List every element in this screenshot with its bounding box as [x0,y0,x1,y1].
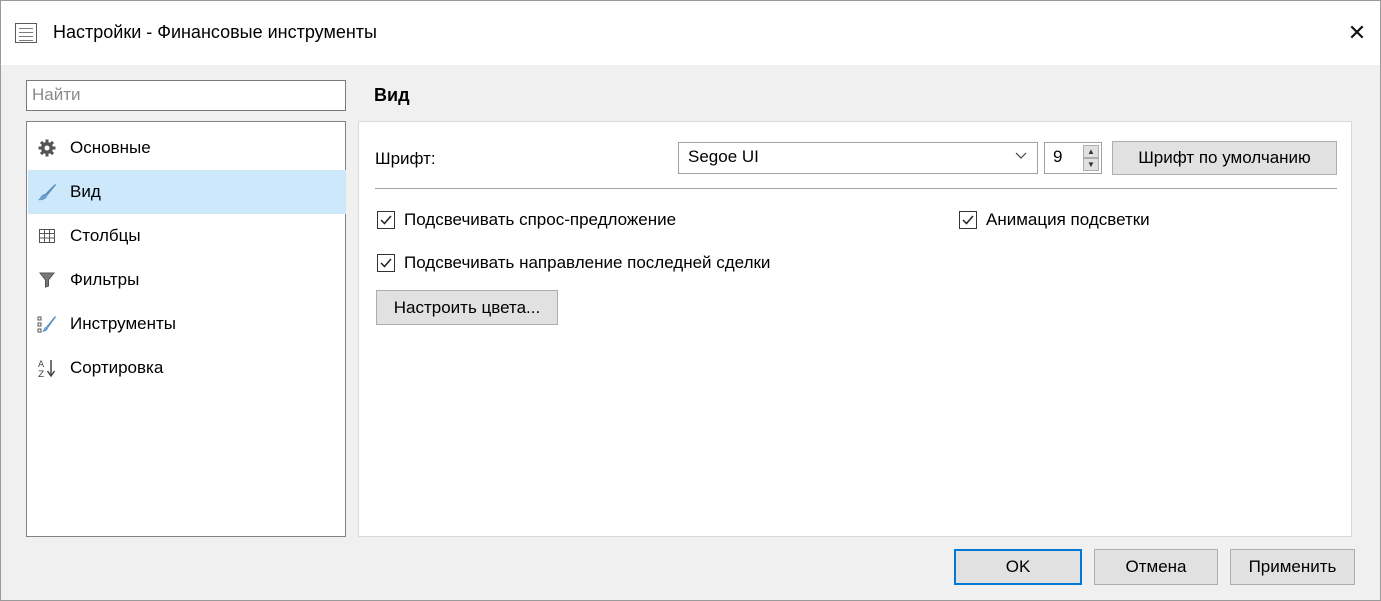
nav-item-label: Инструменты [70,314,177,333]
checkbox-label: Подсвечивать спрос-предложение [404,210,677,229]
close-icon: ✕ [1347,20,1367,45]
brush-icon [36,181,58,203]
spin-down-icon[interactable]: ▼ [1083,158,1099,171]
nav-item-columns[interactable]: Столбцы [28,214,346,258]
settings-nav-list: Основные Вид Столбцы Фильтры Инструменты [26,121,346,537]
cancel-button[interactable]: Отмена [1094,549,1218,585]
nav-item-sorting[interactable]: AZ Сортировка [28,346,346,390]
nav-item-label: Вид [70,182,101,201]
font-family-value: Segoe UI [688,147,759,166]
settings-panel [358,121,1352,537]
checkbox-checked-icon [959,211,977,229]
nav-item-label: Сортировка [70,358,164,377]
configure-colors-button[interactable]: Настроить цвета... [376,290,558,325]
svg-text:A: A [38,360,45,370]
default-font-button[interactable]: Шрифт по умолчанию [1112,141,1337,175]
font-size-stepper[interactable]: 9 ▲ ▼ [1044,142,1102,174]
filter-icon [36,269,58,291]
nav-item-view[interactable]: Вид [28,170,346,214]
title-bar: Настройки - Финансовые инструменты ✕ [1,1,1380,65]
highlight-animation-checkbox[interactable]: Анимация подсветки [959,210,1150,230]
chevron-down-icon [1015,148,1027,164]
window-title: Настройки - Финансовые инструменты [53,22,377,42]
table-icon [36,225,58,247]
ok-button[interactable]: OK [954,549,1082,585]
settings-dialog: Настройки - Финансовые инструменты ✕ Най… [0,0,1381,601]
font-label: Шрифт: [375,149,436,168]
nav-item-label: Фильтры [70,270,140,289]
nav-item-general[interactable]: Основные [28,126,346,170]
font-size-value: 9 [1053,147,1063,166]
checkbox-checked-icon [377,211,395,229]
search-input[interactable]: Найти [26,80,346,111]
svg-text:Z: Z [38,370,44,378]
nav-item-instruments[interactable]: Инструменты [28,302,346,346]
divider [375,188,1337,189]
app-window-icon [15,23,37,43]
nav-item-label: Основные [70,138,151,157]
gear-icon [36,137,58,159]
apply-button[interactable]: Применить [1230,549,1355,585]
spin-up-icon[interactable]: ▲ [1083,145,1099,158]
checkbox-label: Анимация подсветки [986,210,1150,229]
checkbox-label: Подсвечивать направление последней сделк… [404,253,771,272]
sort-az-icon: AZ [36,357,58,379]
checkbox-checked-icon [377,254,395,272]
close-button[interactable]: ✕ [1334,1,1380,65]
font-family-select[interactable]: Segoe UI [678,142,1038,174]
nav-item-label: Столбцы [70,226,141,245]
nav-item-filters[interactable]: Фильтры [28,258,346,302]
highlight-bid-ask-checkbox[interactable]: Подсвечивать спрос-предложение [377,210,676,230]
instruments-icon [36,313,58,335]
highlight-last-trade-checkbox[interactable]: Подсвечивать направление последней сделк… [377,253,770,273]
page-title: Вид [374,85,410,105]
